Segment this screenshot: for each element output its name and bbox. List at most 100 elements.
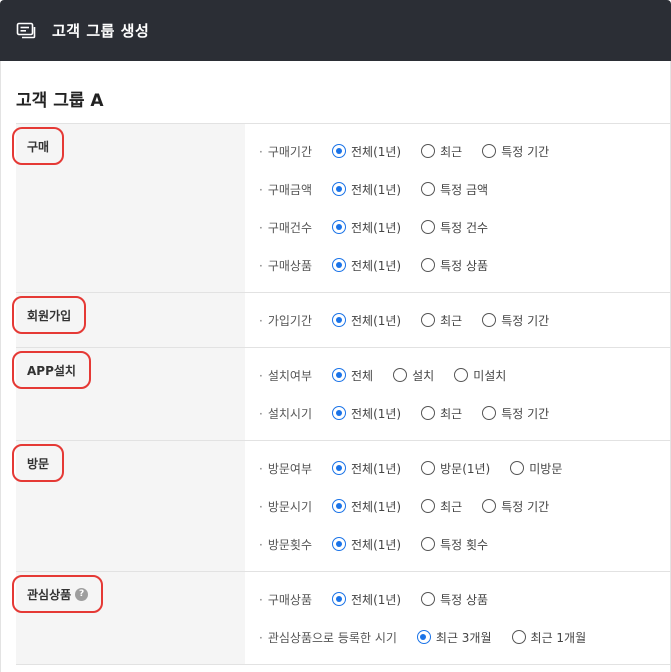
radio-option[interactable]: 최근 xyxy=(421,312,462,329)
radio-option[interactable]: 미설치 xyxy=(454,367,506,384)
radio-option[interactable]: 최근 xyxy=(421,498,462,515)
radio-option-label[interactable]: 특정 기간 xyxy=(501,405,549,422)
radio-option[interactable]: 특정 금액 xyxy=(421,181,488,198)
radio-option-label[interactable]: 전체(1년) xyxy=(351,143,401,160)
radio-unchecked-icon[interactable] xyxy=(510,461,525,475)
radio-unchecked-icon[interactable] xyxy=(421,406,436,420)
radio-option[interactable]: 특정 기간 xyxy=(482,498,549,515)
radio-option-label[interactable]: 전체(1년) xyxy=(351,181,401,198)
radio-option-label[interactable]: 전체(1년) xyxy=(351,312,401,329)
radio-option-label[interactable]: 특정 기간 xyxy=(501,312,549,329)
radio-checked-icon[interactable] xyxy=(332,537,346,551)
radio-option-label[interactable]: 전체(1년) xyxy=(351,498,401,515)
radio-unchecked-icon[interactable] xyxy=(421,220,436,234)
help-icon[interactable]: ? xyxy=(75,587,89,601)
radio-option-label[interactable]: 전체(1년) xyxy=(351,536,401,553)
radio-unchecked-icon[interactable] xyxy=(421,499,436,513)
radio-unchecked-icon[interactable] xyxy=(421,258,436,272)
radio-option-label[interactable]: 전체(1년) xyxy=(351,219,401,236)
radio-option-label[interactable]: 특정 상품 xyxy=(440,591,488,608)
radio-option-label[interactable]: 전체(1년) xyxy=(351,405,401,422)
radio-option-label[interactable]: 방문(1년) xyxy=(440,460,490,477)
radio-unchecked-icon[interactable] xyxy=(454,368,469,382)
radio-option[interactable]: 전체(1년) xyxy=(332,405,401,422)
radio-unchecked-icon[interactable] xyxy=(421,313,436,327)
radio-option-label[interactable]: 특정 상품 xyxy=(440,257,488,274)
filter-table: 구매구매기간전체(1년)최근특정 기간구매금액전체(1년)특정 금액구매건수전체… xyxy=(12,123,671,665)
radio-option[interactable]: 전체(1년) xyxy=(332,143,401,160)
radio-option[interactable]: 최근 3개월 xyxy=(416,629,492,646)
filter-row-label: 가입기간 xyxy=(259,312,312,329)
section-app-install: APP설치 설치여부 전체 설치 미설치설치시기 전체(1년) 최근 특정 기간 xyxy=(12,348,671,441)
radio-unchecked-icon[interactable] xyxy=(421,537,436,551)
radio-option-label[interactable]: 전체 xyxy=(351,367,373,384)
radio-option-label[interactable]: 최근 xyxy=(440,498,462,515)
radio-option-label[interactable]: 최근 3개월 xyxy=(436,629,492,646)
radio-option-label[interactable]: 전체(1년) xyxy=(351,591,401,608)
radio-option[interactable]: 방문(1년) xyxy=(421,460,490,477)
radio-checked-icon[interactable] xyxy=(332,368,346,382)
radio-checked-icon[interactable] xyxy=(332,220,346,234)
radio-option[interactable]: 특정 상품 xyxy=(421,257,488,274)
radio-option-label[interactable]: 전체(1년) xyxy=(351,257,401,274)
radio-option-label[interactable]: 특정 건수 xyxy=(440,219,488,236)
radio-unchecked-icon[interactable] xyxy=(482,144,497,158)
radio-checked-icon[interactable] xyxy=(332,461,346,475)
radio-option[interactable]: 특정 횟수 xyxy=(421,536,488,553)
radio-checked-icon[interactable] xyxy=(332,313,346,327)
section-visit: 방문방문여부전체(1년)방문(1년)미방문방문시기전체(1년)최근특정 기간방문… xyxy=(12,441,671,572)
radio-option-label[interactable]: 최근 xyxy=(440,405,462,422)
radio-checked-icon[interactable] xyxy=(416,630,431,644)
radio-option-label[interactable]: 특정 기간 xyxy=(501,143,549,160)
radio-option-label[interactable]: 특정 금액 xyxy=(440,181,488,198)
radio-unchecked-icon[interactable] xyxy=(421,461,436,475)
section-purchase: 구매구매기간전체(1년)최근특정 기간구매금액전체(1년)특정 금액구매건수전체… xyxy=(12,124,671,293)
radio-unchecked-icon[interactable] xyxy=(421,144,436,158)
radio-unchecked-icon[interactable] xyxy=(482,313,497,327)
radio-option[interactable]: 최근 1개월 xyxy=(511,629,587,646)
radio-option[interactable]: 전체(1년) xyxy=(332,181,401,198)
radio-unchecked-icon[interactable] xyxy=(482,406,497,420)
radio-option[interactable]: 전체(1년) xyxy=(332,219,401,236)
radio-checked-icon[interactable] xyxy=(332,499,346,513)
radio-option[interactable]: 전체 xyxy=(332,367,373,384)
radio-option-label[interactable]: 최근 xyxy=(440,143,462,160)
radio-option[interactable]: 특정 건수 xyxy=(421,219,488,236)
radio-checked-icon[interactable] xyxy=(332,144,346,158)
radio-option-label[interactable]: 최근 1개월 xyxy=(531,629,587,646)
radio-checked-icon[interactable] xyxy=(332,182,346,196)
filter-row: 구매상품 전체(1년) 특정 상품 xyxy=(245,246,671,284)
radio-unchecked-icon[interactable] xyxy=(421,182,436,196)
radio-option[interactable]: 전체(1년) xyxy=(332,312,401,329)
radio-option[interactable]: 특정 상품 xyxy=(421,591,488,608)
filter-row-label: 구매상품 xyxy=(259,591,312,608)
radio-option[interactable]: 전체(1년) xyxy=(332,536,401,553)
radio-option[interactable]: 전체(1년) xyxy=(332,591,401,608)
radio-unchecked-icon[interactable] xyxy=(393,368,408,382)
radio-option-label[interactable]: 미방문 xyxy=(529,460,562,477)
radio-option[interactable]: 최근 xyxy=(421,405,462,422)
radio-unchecked-icon[interactable] xyxy=(482,499,497,513)
radio-checked-icon[interactable] xyxy=(332,406,346,420)
radio-option-label[interactable]: 최근 xyxy=(440,312,462,329)
radio-option[interactable]: 설치 xyxy=(393,367,434,384)
radio-option[interactable]: 전체(1년) xyxy=(332,498,401,515)
radio-option[interactable]: 미방문 xyxy=(510,460,562,477)
radio-option[interactable]: 최근 xyxy=(421,143,462,160)
radio-option[interactable]: 특정 기간 xyxy=(482,312,549,329)
section-label: 방문 xyxy=(12,444,65,482)
radio-option[interactable]: 특정 기간 xyxy=(482,143,549,160)
radio-option-label[interactable]: 미설치 xyxy=(473,367,506,384)
modal-header: 고객 그룹 생성 xyxy=(0,0,671,61)
radio-unchecked-icon[interactable] xyxy=(421,592,436,606)
radio-option[interactable]: 특정 기간 xyxy=(482,405,549,422)
radio-unchecked-icon[interactable] xyxy=(511,630,526,644)
radio-option-label[interactable]: 설치 xyxy=(412,367,434,384)
radio-option-label[interactable]: 특정 횟수 xyxy=(440,536,488,553)
radio-option[interactable]: 전체(1년) xyxy=(332,257,401,274)
radio-checked-icon[interactable] xyxy=(332,592,346,606)
radio-option-label[interactable]: 전체(1년) xyxy=(351,460,401,477)
radio-option[interactable]: 전체(1년) xyxy=(332,460,401,477)
radio-checked-icon[interactable] xyxy=(332,258,346,272)
radio-option-label[interactable]: 특정 기간 xyxy=(501,498,549,515)
